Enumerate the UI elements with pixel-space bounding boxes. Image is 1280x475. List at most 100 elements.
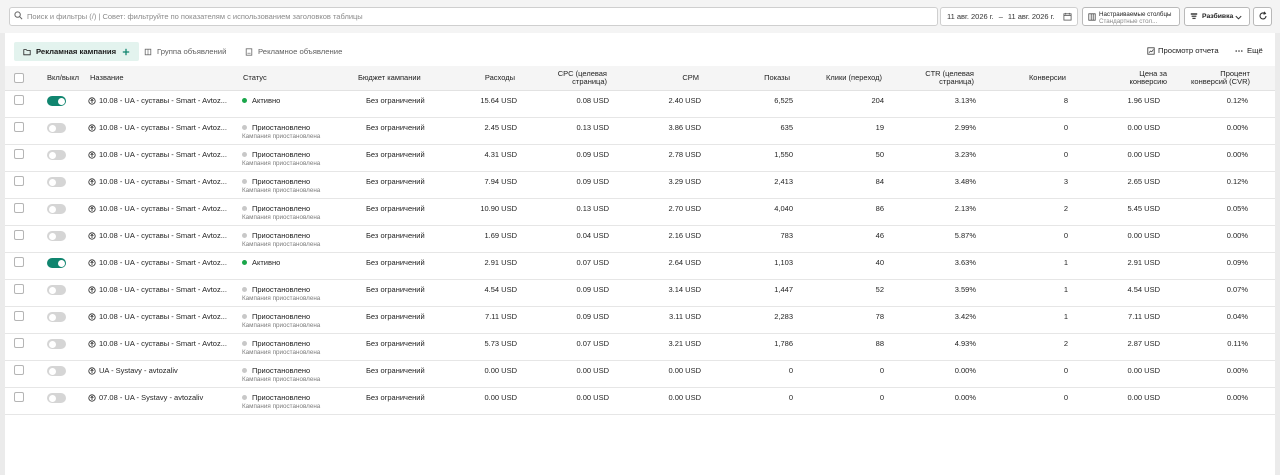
col-cpc[interactable]: CPC (целевая страница) xyxy=(525,70,607,86)
date-range-picker[interactable]: 11 авг. 2026 г. – 11 авг. 2026 г. xyxy=(940,7,1078,26)
campaign-toggle[interactable] xyxy=(47,96,66,106)
tab-ad[interactable]: Рекламное объявление xyxy=(245,42,342,61)
table-row[interactable]: 10.08 - UA - суставы - Smart - Avtoz... А… xyxy=(5,253,1275,280)
table-row[interactable]: 10.08 - UA - суставы - Smart - Avtoz... П… xyxy=(5,334,1275,361)
campaign-toggle[interactable] xyxy=(47,150,66,160)
campaign-name-link[interactable]: UA - Systavy - avtozaliv xyxy=(88,366,230,375)
col-toggle[interactable]: Вкл/выкл xyxy=(47,74,79,82)
row-checkbox[interactable] xyxy=(14,392,24,402)
row-checkbox[interactable] xyxy=(14,284,24,294)
status-label: Приостановлено xyxy=(252,312,311,321)
campaign-name-link[interactable]: 10.08 - UA - суставы - Smart - Avtoz... xyxy=(88,96,230,105)
table-row[interactable]: 10.08 - UA - суставы - Smart - Avtoz... П… xyxy=(5,145,1275,172)
campaign-name-link[interactable]: 10.08 - UA - суставы - Smart - Avtoz... xyxy=(88,339,230,348)
cpm-cell: 3.11 USD xyxy=(669,312,701,321)
campaign-name-link[interactable]: 07.08 - UA - Systavy - avtozaliv xyxy=(88,393,230,402)
col-impressions[interactable]: Показы xyxy=(715,74,790,82)
row-checkbox[interactable] xyxy=(14,230,24,240)
custom-columns-button[interactable]: Настраиваемые столбцы Стандартные стол..… xyxy=(1082,7,1180,26)
refresh-button[interactable] xyxy=(1253,7,1272,26)
table-row[interactable]: 10.08 - UA - суставы - Smart - Avtoz... П… xyxy=(5,199,1275,226)
campaign-toggle[interactable] xyxy=(47,204,66,214)
campaign-name-link[interactable]: 10.08 - UA - суставы - Smart - Avtoz... xyxy=(88,150,230,159)
col-clicks[interactable]: Клики (переход) xyxy=(795,74,882,82)
table-row[interactable]: 07.08 - UA - Systavy - avtozaliv Приостан… xyxy=(5,388,1275,415)
table-row[interactable]: UA - Systavy - avtozaliv Приостановлено Ка… xyxy=(5,361,1275,388)
campaign-toggle[interactable] xyxy=(47,123,66,133)
table-row[interactable]: 10.08 - UA - суставы - Smart - Avtoz... П… xyxy=(5,226,1275,253)
row-checkbox[interactable] xyxy=(14,365,24,375)
col-cvr[interactable]: Процент конверсий (CVR) xyxy=(1165,70,1250,86)
campaign-toggle[interactable] xyxy=(47,312,66,322)
row-checkbox[interactable] xyxy=(14,122,24,132)
date-start: 11 авг. 2026 г. xyxy=(947,12,994,21)
row-checkbox[interactable] xyxy=(14,176,24,186)
campaign-name-link[interactable]: 10.08 - UA - суставы - Smart - Avtoz... xyxy=(88,231,230,240)
col-ctr[interactable]: CTR (целевая страница) xyxy=(885,70,974,86)
table-row[interactable]: 10.08 - UA - суставы - Smart - Avtoz... П… xyxy=(5,280,1275,307)
campaign-name-link[interactable]: 10.08 - UA - суставы - Smart - Avtoz... xyxy=(88,204,230,213)
status-dot-icon xyxy=(242,314,247,319)
tab-campaign-label: Рекламная кампания xyxy=(36,47,117,56)
row-checkbox[interactable] xyxy=(14,311,24,321)
campaign-toggle[interactable] xyxy=(47,393,66,403)
row-checkbox[interactable] xyxy=(14,338,24,348)
cost-per-conversion-cell: 0.00 USD xyxy=(1127,150,1160,159)
campaign-toggle[interactable] xyxy=(47,231,66,241)
row-checkbox[interactable] xyxy=(14,203,24,213)
campaign-name-link[interactable]: 10.08 - UA - суставы - Smart - Avtoz... xyxy=(88,312,230,321)
ctr-cell: 3.48% xyxy=(954,177,976,186)
table-row[interactable]: 10.08 - UA - суставы - Smart - Avtoz... П… xyxy=(5,307,1275,334)
table-row[interactable]: 10.08 - UA - суставы - Smart - Avtoz... П… xyxy=(5,118,1275,145)
campaign-name-link[interactable]: 10.08 - UA - суставы - Smart - Avtoz... xyxy=(88,123,230,132)
campaign-toggle[interactable] xyxy=(47,339,66,349)
clicks-cell: 84 xyxy=(875,177,884,186)
col-cpc-line2: страница) xyxy=(572,77,607,86)
conversions-cell: 2 xyxy=(1063,339,1068,348)
campaign-name-link[interactable]: 10.08 - UA - суставы - Smart - Avtoz... xyxy=(88,285,230,294)
campaign-name-link[interactable]: 10.08 - UA - суставы - Smart - Avtoz... xyxy=(88,177,230,186)
status-cell: Приостановлено xyxy=(242,204,310,213)
row-checkbox[interactable] xyxy=(14,149,24,159)
conversions-cell: 1 xyxy=(1063,285,1068,294)
col-cpm[interactable]: CPM xyxy=(635,74,699,82)
ctr-cell: 3.23% xyxy=(954,150,976,159)
budget-cell: Без ограничений xyxy=(366,231,425,240)
campaign-toggle[interactable] xyxy=(47,258,66,268)
row-checkbox[interactable] xyxy=(14,257,24,267)
conversions-cell: 0 xyxy=(1063,366,1068,375)
add-campaign-icon[interactable] xyxy=(122,48,130,56)
campaign-name-link[interactable]: 10.08 - UA - суставы - Smart - Avtoz... xyxy=(88,258,230,267)
spend-cell: 2.45 USD xyxy=(484,123,517,132)
col-spend[interactable]: Расходы xyxy=(445,74,515,82)
ctr-cell: 2.13% xyxy=(954,204,976,213)
date-end: 11 авг. 2026 г. xyxy=(1007,12,1055,21)
row-checkbox[interactable] xyxy=(14,95,24,105)
more-button[interactable]: Ещё xyxy=(1235,46,1263,55)
col-conversions[interactable]: Конверсии xyxy=(985,74,1066,82)
campaign-toggle[interactable] xyxy=(47,366,66,376)
col-budget[interactable]: Бюджет кампании xyxy=(358,74,421,82)
tab-ad-group[interactable]: Группа объявлений xyxy=(144,42,226,61)
search-box[interactable] xyxy=(9,7,938,26)
view-report-button[interactable]: Просмотр отчета xyxy=(1147,46,1219,55)
col-ctr-line2: страница) xyxy=(939,77,974,86)
col-name[interactable]: Название xyxy=(90,74,124,82)
conversions-cell: 0 xyxy=(1063,231,1068,240)
status-dot-icon xyxy=(242,287,247,292)
ctr-cell: 0.00% xyxy=(954,366,976,375)
toggle-knob xyxy=(48,151,56,159)
campaign-name: 07.08 - UA - Systavy - avtozaliv xyxy=(99,393,204,402)
tab-campaign[interactable]: Рекламная кампания xyxy=(14,42,140,61)
status-sublabel: Кампания приостановлена xyxy=(242,133,321,140)
search-input[interactable] xyxy=(27,12,927,21)
table-row[interactable]: 10.08 - UA - суставы - Smart - Avtoz... П… xyxy=(5,172,1275,199)
campaign-toggle[interactable] xyxy=(47,177,66,187)
col-status[interactable]: Статус xyxy=(243,74,267,82)
col-cost-per-conversion[interactable]: Цена за конверсию xyxy=(1085,70,1168,86)
cost-per-conversion-cell: 1.96 USD xyxy=(1127,96,1160,105)
campaign-toggle[interactable] xyxy=(47,285,66,295)
breakdown-button[interactable]: Разбивка xyxy=(1184,7,1250,26)
select-all-checkbox[interactable] xyxy=(14,73,24,83)
table-row[interactable]: 10.08 - UA - суставы - Smart - Avtoz... А… xyxy=(5,91,1275,118)
